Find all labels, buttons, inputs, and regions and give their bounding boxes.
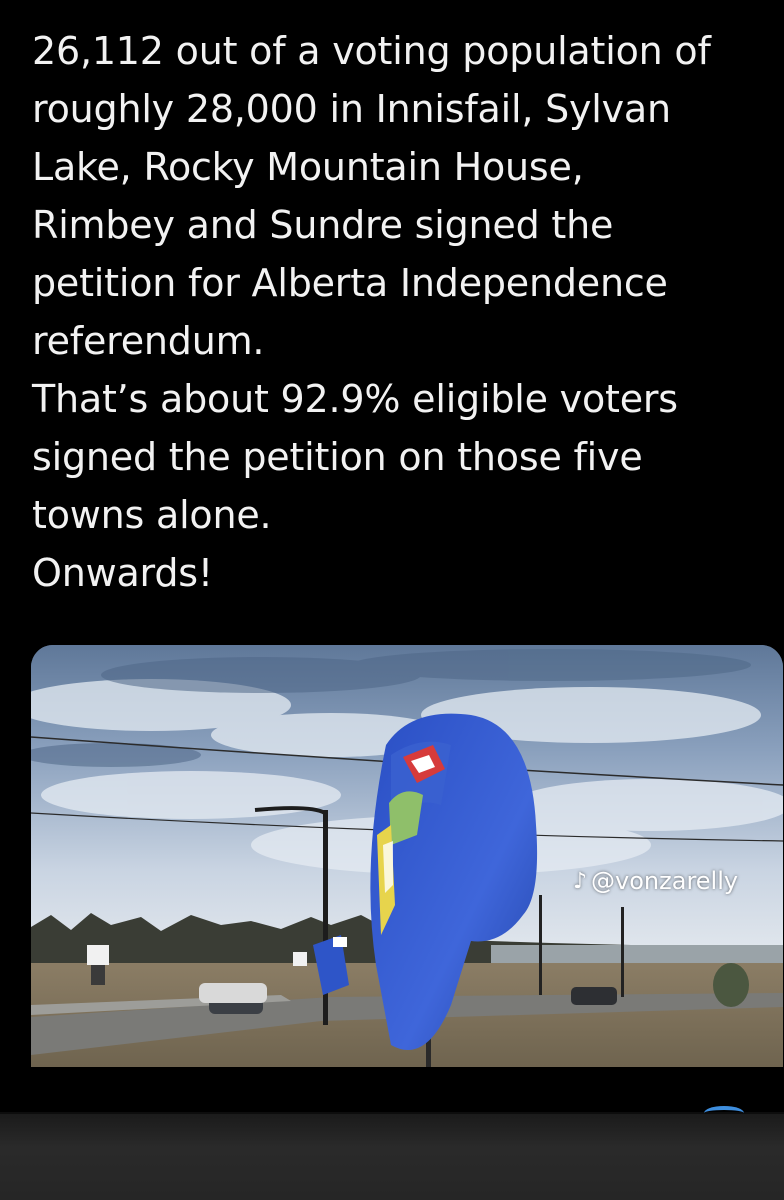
watermark-handle: @vonzarelly [591,867,739,895]
tiktok-icon: ♪ [573,868,588,894]
post-container: 26,112 out of a voting population of rou… [0,0,784,1120]
post-text: 26,112 out of a voting population of rou… [32,29,711,595]
divider [0,1112,784,1114]
video-watermark: ♪ @vonzarelly [573,867,738,895]
video-frame [31,645,783,1067]
refresh-indicator-icon [704,1106,744,1120]
bottom-bar [0,1106,784,1200]
post-video[interactable]: ♪ @vonzarelly [31,645,783,1067]
